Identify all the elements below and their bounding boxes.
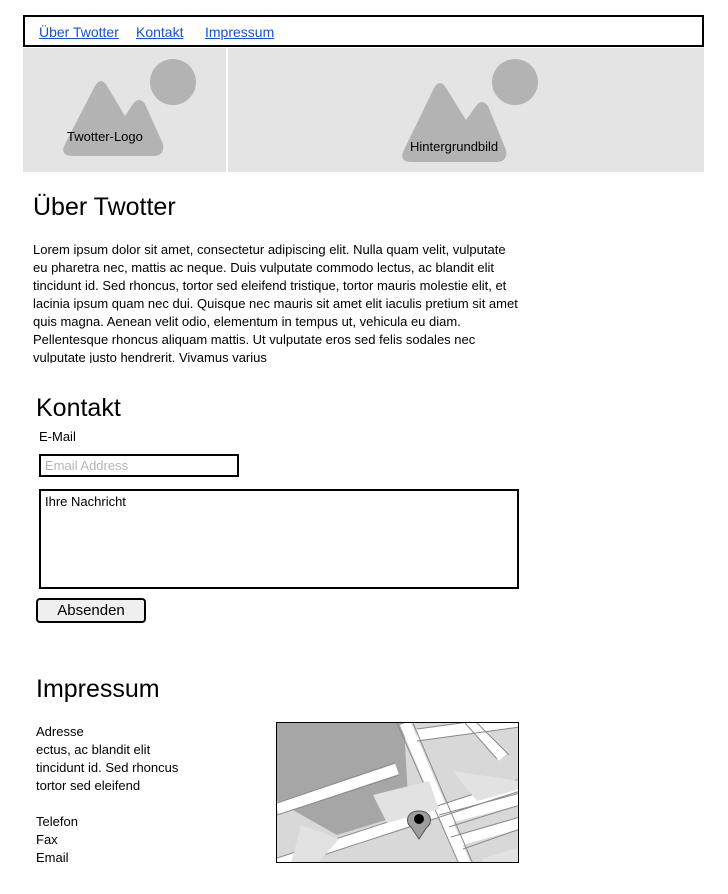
- contact-title: Kontakt: [36, 394, 121, 422]
- nav-link-kontakt[interactable]: Kontakt: [136, 24, 183, 40]
- phone-label: Telefon: [36, 814, 78, 829]
- top-nav: Über Twotter Kontakt Impressum: [23, 15, 704, 47]
- about-text: Lorem ipsum dolor sit amet, consectetur …: [33, 242, 518, 363]
- message-textarea[interactable]: Ihre Nachricht: [39, 489, 519, 589]
- map-icon: [277, 723, 518, 862]
- background-image-placeholder: Hintergrundbild: [228, 48, 704, 172]
- address-line: ectus, ac blandit elit: [36, 742, 151, 757]
- impressum-title: Impressum: [36, 675, 160, 703]
- address-line: tincidunt id. Sed rhoncus: [36, 760, 179, 775]
- contact-email-label: Email: [36, 850, 69, 865]
- address-label: Adresse: [36, 724, 84, 739]
- map[interactable]: [276, 722, 519, 863]
- nav-link-ueber-twotter[interactable]: Über Twotter: [39, 24, 119, 40]
- address-block: Adresse ectus, ac blandit elit tincidunt…: [36, 723, 178, 867]
- nav-link-impressum[interactable]: Impressum: [205, 24, 274, 40]
- email-label: E-Mail: [39, 429, 76, 444]
- image-placeholder-icon: [63, 59, 196, 156]
- logo-label: Twotter-Logo: [67, 129, 143, 144]
- logo-placeholder: Twotter-Logo: [23, 48, 226, 172]
- about-title: Über Twotter: [33, 193, 176, 221]
- background-label: Hintergrundbild: [410, 139, 499, 154]
- fax-label: Fax: [36, 832, 58, 847]
- email-input[interactable]: [39, 454, 239, 477]
- submit-button[interactable]: Absenden: [36, 598, 146, 623]
- address-line: tortor sed eleifend: [36, 778, 141, 793]
